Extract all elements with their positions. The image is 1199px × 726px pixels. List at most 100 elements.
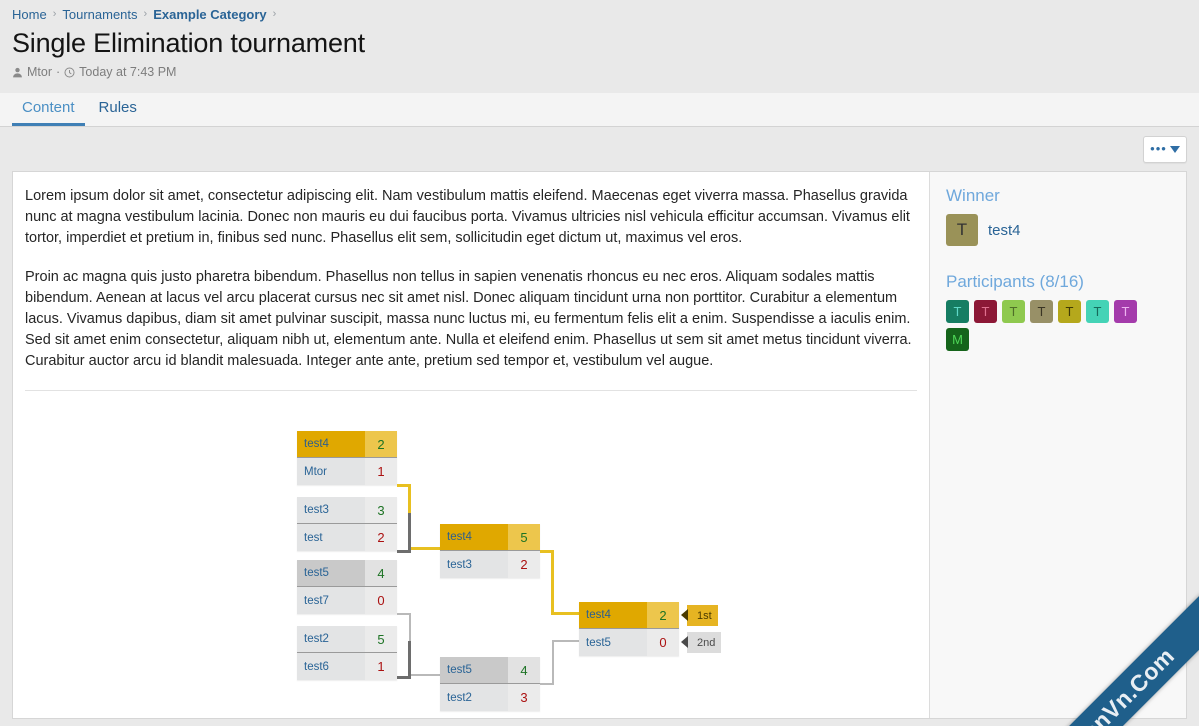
bracket-slot[interactable]: test3 2: [440, 551, 540, 579]
bracket-score[interactable]: 5: [365, 626, 397, 653]
winner-name[interactable]: test4: [988, 222, 1021, 239]
bracket-connector: [408, 547, 441, 551]
placement-badge-second: 2nd: [680, 632, 722, 654]
breadcrumb-separator-icon: ›: [272, 8, 277, 20]
more-options-button[interactable]: •••: [1143, 135, 1187, 163]
breadcrumb-separator-icon: ›: [143, 8, 148, 20]
breadcrumb-separator-icon: ›: [52, 8, 57, 20]
post-meta: Mtor · Today at 7:43 PM: [12, 65, 1187, 79]
avatar[interactable]: T: [946, 214, 978, 247]
bracket-participant-name: test5: [304, 567, 329, 580]
breadcrumb-item-home[interactable]: Home: [12, 7, 47, 22]
placement-badge-first: 1st: [681, 605, 718, 627]
participant-avatar[interactable]: T: [1086, 300, 1109, 324]
bracket-slot[interactable]: test5 0: [579, 629, 679, 657]
bracket-slot[interactable]: test4 5: [440, 524, 540, 552]
participant-avatar[interactable]: T: [1058, 300, 1081, 324]
bracket-score[interactable]: 2: [365, 524, 397, 552]
participants-heading: Participants (8/16): [946, 272, 1084, 292]
page-header: Single Elimination tournament Mtor · Tod…: [0, 28, 1199, 79]
breadcrumb-item-example-category[interactable]: Example Category: [153, 7, 266, 22]
bracket-connector: [551, 550, 554, 616]
bracket-slot[interactable]: test3 3: [297, 497, 397, 525]
content-panel: Lorem ipsum dolor sit amet, consectetur …: [12, 171, 1187, 720]
post-author[interactable]: Mtor: [27, 65, 52, 79]
page-root: Home › Tournaments › Example Category › …: [0, 0, 1199, 726]
bracket-score[interactable]: 3: [508, 684, 540, 712]
post-timestamp: Today at 7:43 PM: [79, 65, 177, 80]
bracket-participant-name: test5: [586, 636, 611, 649]
clock-icon: [64, 67, 75, 78]
bracket-participant-name: test4: [447, 531, 472, 544]
winner-heading: Winner: [946, 186, 1000, 206]
bracket-slot[interactable]: test5 4: [297, 560, 397, 588]
page-title: Single Elimination tournament: [12, 28, 365, 58]
content-paragraph-2: Proin ac magna quis justo pharetra biben…: [25, 269, 912, 370]
bracket-participant-name: test4: [304, 438, 329, 451]
bracket-score[interactable]: 0: [647, 629, 679, 657]
bracket-score[interactable]: 2: [508, 551, 540, 579]
participant-avatar[interactable]: T: [1114, 300, 1137, 324]
bracket-score[interactable]: 1: [365, 458, 397, 486]
tab-content[interactable]: Content: [12, 94, 85, 127]
bracket-score[interactable]: 5: [508, 524, 540, 551]
bracket-slot[interactable]: test7 0: [297, 587, 397, 615]
user-icon: [12, 67, 23, 78]
bracket-connector: [408, 513, 411, 554]
bracket-connector: [552, 641, 554, 686]
meta-separator: ·: [56, 65, 61, 80]
bracket-participant-name: test2: [447, 691, 472, 704]
bracket-participant-name: test: [304, 531, 323, 544]
bracket-participant-name: test3: [447, 558, 472, 571]
bracket-slot[interactable]: test4 2: [579, 602, 679, 630]
content-main: Lorem ipsum dolor sit amet, consectetur …: [13, 172, 929, 718]
breadcrumb: Home › Tournaments › Example Category ›: [0, 0, 1199, 26]
bracket-slot[interactable]: test4 2: [297, 431, 397, 459]
chevron-down-icon: [1169, 145, 1180, 153]
bracket-participant-name: test2: [304, 633, 329, 646]
bracket-match-r2-m2[interactable]: test5 4 test2 3: [440, 657, 540, 712]
bracket-connector: [408, 641, 411, 680]
bracket-score[interactable]: 4: [508, 657, 540, 684]
bracket-slot[interactable]: test5 4: [440, 657, 540, 685]
tournament-sidebar: Winner T test4 Participants (8/16) TTTTT…: [929, 172, 1186, 719]
tab-bar: Content Rules: [0, 93, 1199, 128]
breadcrumb-item-tournaments[interactable]: Tournaments: [62, 7, 137, 22]
bracket-connector: [409, 674, 441, 677]
bracket-score[interactable]: 2: [647, 602, 679, 629]
content-divider: [25, 390, 917, 392]
bracket-slot[interactable]: test 2: [297, 524, 397, 552]
participant-avatar[interactable]: T: [1002, 300, 1025, 324]
participants-list: TTTTTTTM: [946, 300, 1162, 352]
participant-avatar[interactable]: T: [946, 300, 969, 324]
tab-rules[interactable]: Rules: [89, 94, 147, 126]
participant-avatar[interactable]: T: [974, 300, 997, 324]
bracket-match-r1-m1[interactable]: test4 2 Mtor 1: [297, 431, 397, 486]
participant-avatar[interactable]: M: [946, 328, 969, 352]
bracket-match-r1-m3[interactable]: test5 4 test7 0: [297, 560, 397, 615]
bracket-score[interactable]: 4: [365, 560, 397, 587]
bracket-participant-name: test6: [304, 660, 329, 673]
bracket-participant-name: test5: [447, 664, 472, 677]
bracket-score[interactable]: 3: [365, 497, 397, 524]
content-paragraph-1: Lorem ipsum dolor sit amet, consectetur …: [25, 188, 910, 247]
bracket-slot[interactable]: Mtor 1: [297, 458, 397, 486]
panel-toolbar: •••: [0, 127, 1199, 171]
bracket-score[interactable]: 1: [365, 653, 397, 681]
bracket-match-r1-m4[interactable]: test2 5 test6 1: [297, 626, 397, 681]
tournament-bracket: test4 2 Mtor 1 test3 3 test 2 test5 4 te…: [25, 409, 917, 712]
participant-avatar[interactable]: T: [1030, 300, 1053, 324]
bracket-slot[interactable]: test2 5: [297, 626, 397, 654]
bracket-connector: [552, 640, 580, 643]
bracket-slot[interactable]: test2 3: [440, 684, 540, 712]
bracket-participant-name: Mtor: [304, 465, 327, 478]
bracket-score[interactable]: 2: [365, 431, 397, 458]
bracket-match-r2-m1[interactable]: test4 5 test3 2: [440, 524, 540, 579]
winner-row[interactable]: T test4: [946, 214, 1172, 247]
ellipsis-icon: •••: [1150, 141, 1167, 157]
bracket-participant-name: test7: [304, 594, 329, 607]
bracket-score[interactable]: 0: [365, 587, 397, 615]
bracket-match-r1-m2[interactable]: test3 3 test 2: [297, 497, 397, 552]
bracket-slot[interactable]: test6 1: [297, 653, 397, 681]
bracket-match-final[interactable]: test4 2 test5 0: [579, 602, 679, 657]
